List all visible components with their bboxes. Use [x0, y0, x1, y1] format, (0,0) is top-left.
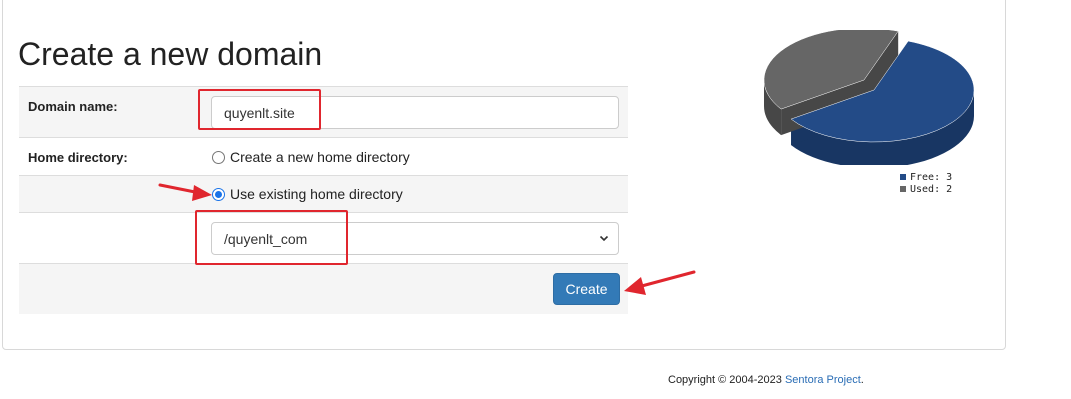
- create-button[interactable]: Create: [553, 273, 620, 305]
- existing-home-row: Use existing home directory: [19, 176, 628, 213]
- domain-name-row: Domain name:: [19, 87, 628, 138]
- legend-label-used: Used: 2: [910, 183, 953, 195]
- use-existing-home-radio[interactable]: [212, 187, 225, 201]
- directory-select-row: /quyenlt_com: [19, 213, 628, 264]
- use-existing-home-label[interactable]: Use existing home directory: [230, 186, 403, 202]
- create-new-home-option[interactable]: Create a new home directory: [212, 149, 410, 165]
- home-directory-row: Home directory: Create a new home direct…: [19, 138, 628, 176]
- chart-legend: Free: 3 Used: 2: [900, 171, 952, 195]
- footer-copyright: Copyright © 2004-2023: [668, 374, 782, 386]
- footer-suffix: .: [860, 374, 864, 386]
- home-directory-select[interactable]: /quyenlt_com: [211, 222, 619, 255]
- home-directory-label: Home directory:: [28, 150, 128, 165]
- legend-swatch-used: [900, 186, 906, 192]
- home-directory-select-value: /quyenlt_com: [224, 230, 308, 247]
- domain-name-label: Domain name:: [28, 99, 118, 114]
- legend-item-used: Used: 2: [900, 183, 952, 195]
- create-new-home-label[interactable]: Create a new home directory: [230, 149, 410, 165]
- page-title: Create a new domain: [18, 36, 323, 72]
- sentora-project-link[interactable]: Sentora Project: [785, 374, 861, 386]
- legend-swatch-free: [900, 174, 906, 180]
- legend-item-free: Free: 3: [900, 171, 952, 183]
- create-domain-form: Domain name: Home directory: Create a ne…: [19, 86, 628, 314]
- chevron-down-icon: [599, 235, 609, 242]
- create-new-home-radio[interactable]: [212, 150, 225, 164]
- use-existing-home-option[interactable]: Use existing home directory: [212, 186, 403, 202]
- disk-usage-pie-chart: [763, 30, 975, 165]
- form-actions-row: Create: [19, 264, 628, 314]
- domain-name-input[interactable]: [211, 96, 619, 129]
- legend-label-free: Free: 3: [910, 171, 953, 183]
- footer: Copyright © 2004-2023 Sentora Project.: [668, 374, 864, 386]
